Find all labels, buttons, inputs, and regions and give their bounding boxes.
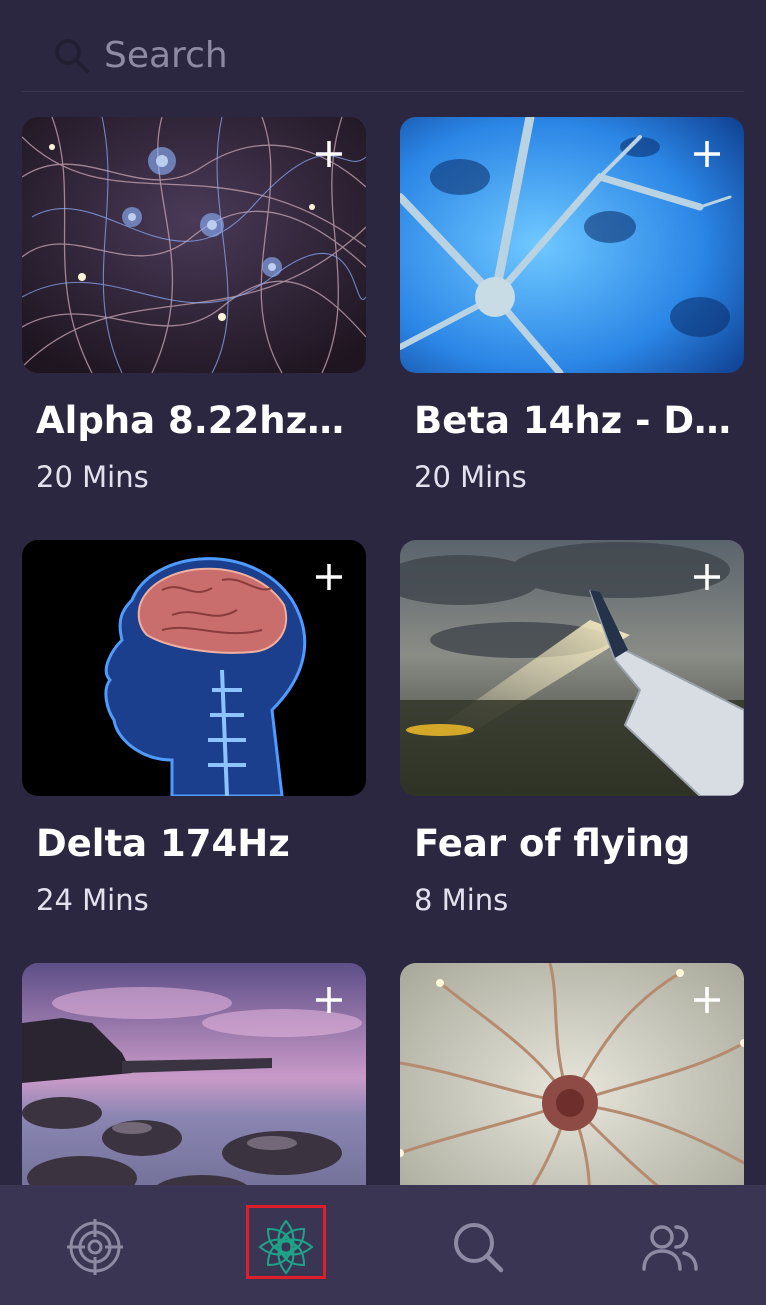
search-icon (55, 39, 89, 73)
search-input[interactable] (104, 32, 704, 78)
card-title: Delta 174Hz (36, 822, 290, 865)
card-neuron[interactable] (400, 963, 744, 1219)
card-title: Beta 14hz - Delt... (414, 399, 734, 442)
card-thumbnail[interactable] (22, 117, 366, 373)
card-duration: 20 Mins (414, 460, 527, 494)
nav-community[interactable] (630, 1207, 710, 1287)
add-plus-icon[interactable] (314, 985, 344, 1015)
card-delta[interactable]: Delta 174Hz 24 Mins (22, 540, 366, 917)
nav-meditations[interactable] (246, 1207, 326, 1287)
search-bar[interactable] (22, 20, 744, 92)
card-duration: 8 Mins (414, 883, 509, 917)
users-icon (642, 1225, 698, 1271)
card-thumbnail[interactable] (400, 117, 744, 373)
card-thumbnail[interactable] (400, 963, 744, 1219)
app-root: Alpha 8.22hz to... 20 Mins (0, 0, 766, 1305)
card-thumbnail[interactable] (22, 963, 366, 1219)
card-thumbnail[interactable] (400, 540, 744, 796)
add-plus-icon[interactable] (692, 985, 722, 1015)
card-title: Fear of flying (414, 822, 691, 865)
card-duration: 24 Mins (36, 883, 149, 917)
nav-target[interactable] (55, 1207, 135, 1287)
add-plus-icon[interactable] (692, 139, 722, 169)
nav-search[interactable] (438, 1207, 518, 1287)
bottom-nav (0, 1185, 766, 1305)
search-icon (454, 1223, 504, 1273)
add-plus-icon[interactable] (692, 562, 722, 592)
card-title: Alpha 8.22hz to... (36, 399, 356, 442)
card-fear-of-flying[interactable]: Fear of flying 8 Mins (400, 540, 744, 917)
card-thumbnail[interactable] (22, 540, 366, 796)
card-duration: 20 Mins (36, 460, 149, 494)
add-plus-icon[interactable] (314, 139, 344, 169)
target-icon (67, 1219, 123, 1275)
card-beta[interactable]: Beta 14hz - Delt... 20 Mins (400, 117, 744, 494)
card-alpha[interactable]: Alpha 8.22hz to... 20 Mins (22, 117, 366, 494)
card-coast[interactable] (22, 963, 366, 1219)
add-plus-icon[interactable] (314, 562, 344, 592)
lotus-icon (258, 1219, 314, 1275)
